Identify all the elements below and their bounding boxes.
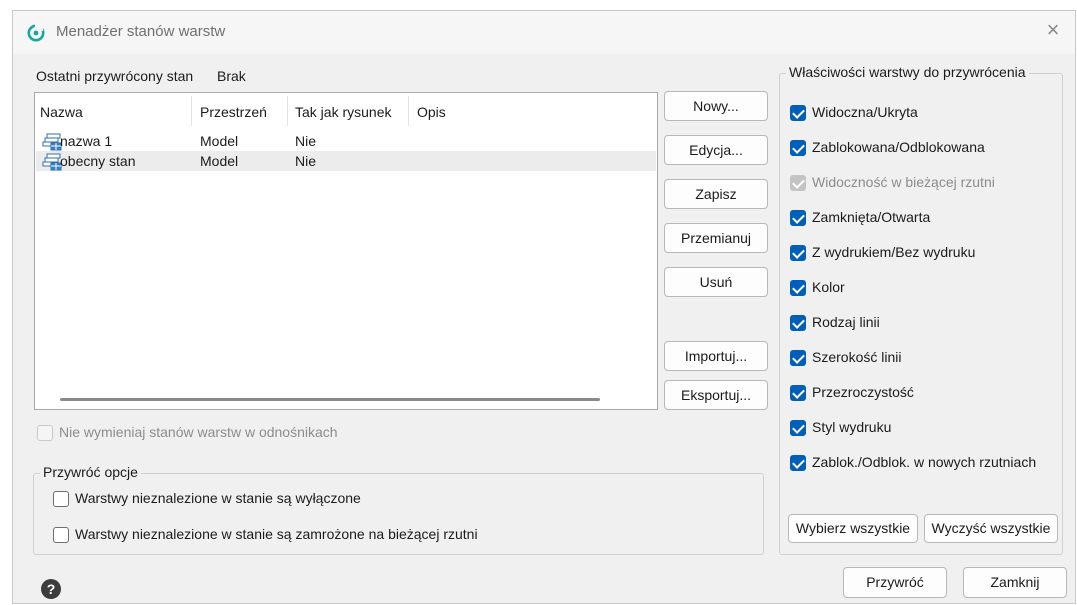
restore-option-off-label: Warstwy nieznalezione w stanie są wyłącz…	[75, 490, 361, 506]
export-button[interactable]: Eksportuj...	[664, 380, 768, 410]
window-title: Menadżer stanów warstw	[56, 23, 226, 40]
restore-options-title: Przywróć opcje	[40, 464, 141, 480]
no-xref-label: Nie wymieniaj stanów warstw w odnośnikac…	[59, 424, 338, 440]
prop-frozen-label: Zamknięta/Otwarta	[812, 209, 931, 225]
no-xref-checkbox[interactable]	[37, 425, 53, 441]
restore-option-off-checkbox[interactable]	[53, 491, 69, 507]
edit-button[interactable]: Edycja...	[664, 135, 768, 165]
prop-plot-style-label: Styl wydruku	[812, 419, 892, 435]
prop-new-vp-freeze-label: Zablok./Odblok. w nowych rzutniach	[812, 454, 1037, 470]
help-icon[interactable]: ?	[41, 579, 61, 599]
prop-visible-label: Widoczna/Ukryta	[812, 104, 918, 120]
prop-linetype-checkbox[interactable]	[790, 315, 806, 331]
column-divider[interactable]	[191, 96, 192, 126]
last-restored-label: Ostatni przywrócony stan	[36, 68, 194, 84]
prop-lineweight-checkbox[interactable]	[790, 350, 806, 366]
layer-state-icon	[42, 153, 62, 171]
restore-option-frozen-checkbox[interactable]	[53, 527, 69, 543]
new-button[interactable]: Nowy...	[664, 91, 768, 121]
select-all-button[interactable]: Wybierz wszystkie	[788, 514, 918, 543]
prop-frozen-checkbox[interactable]	[790, 210, 806, 226]
restore-option-frozen-label: Warstwy nieznalezione w stanie są zamroż…	[75, 526, 478, 542]
row-name: nazwa 1	[60, 133, 113, 149]
save-button[interactable]: Zapisz	[664, 179, 768, 209]
table-row-selected[interactable]: obecny stan Model Nie	[36, 151, 656, 171]
prop-plot-style-checkbox[interactable]	[790, 420, 806, 436]
prop-plot-label: Z wydrukiem/Bez wydruku	[812, 244, 976, 260]
row-as-drawing: Nie	[295, 133, 317, 149]
table-row[interactable]: nazwa 1 Model Nie	[36, 131, 656, 151]
column-header-as-drawing[interactable]: Tak jak rysunek	[290, 93, 408, 131]
prop-color-label: Kolor	[812, 279, 845, 295]
layer-state-icon	[42, 133, 62, 151]
prop-visible-checkbox[interactable]	[790, 105, 806, 121]
prop-linetype-label: Rodzaj linii	[812, 314, 880, 330]
close-button[interactable]: Zamknij	[963, 567, 1067, 598]
prop-locked-checkbox[interactable]	[790, 140, 806, 156]
column-header-space[interactable]: Przestrzeń	[195, 93, 287, 131]
row-as-drawing: Nie	[295, 153, 317, 169]
horizontal-scrollbar[interactable]	[60, 398, 600, 401]
prop-transparency-label: Przezroczystość	[812, 384, 914, 400]
prop-vp-visibility-label: Widoczność w bieżącej rzutni	[812, 174, 995, 190]
rename-button[interactable]: Przemianuj	[664, 223, 768, 253]
last-restored-value: Brak	[217, 68, 246, 84]
clear-all-button[interactable]: Wyczyść wszystkie	[924, 514, 1058, 543]
app-logo-icon	[27, 24, 45, 42]
close-icon[interactable]: ×	[1041, 19, 1065, 43]
column-divider[interactable]	[408, 96, 409, 126]
row-space: Model	[200, 153, 239, 169]
row-name: obecny stan	[60, 153, 136, 169]
prop-color-checkbox[interactable]	[790, 280, 806, 296]
prop-lineweight-label: Szerokość linii	[812, 349, 902, 365]
prop-new-vp-freeze-checkbox[interactable]	[790, 455, 806, 471]
row-space: Model	[200, 133, 239, 149]
delete-button[interactable]: Usuń	[664, 267, 768, 297]
restore-button[interactable]: Przywróć	[843, 567, 947, 598]
restore-options-group: Przywróć opcje	[33, 464, 764, 555]
layer-states-list[interactable]: Nazwa Przestrzeń Tak jak rysunek Opis na…	[34, 92, 658, 410]
layer-states-manager-dialog: Menadżer stanów warstw × Ostatni przywró…	[12, 10, 1076, 604]
properties-title: Właściwości warstwy do przywrócenia	[786, 64, 1029, 80]
prop-vp-visibility-checkbox[interactable]	[790, 175, 806, 191]
prop-transparency-checkbox[interactable]	[790, 385, 806, 401]
title-bar[interactable]: Menadżer stanów warstw ×	[13, 11, 1075, 54]
column-divider[interactable]	[287, 96, 288, 126]
column-header-description[interactable]: Opis	[412, 93, 652, 131]
prop-plot-checkbox[interactable]	[790, 245, 806, 261]
import-button[interactable]: Importuj...	[664, 341, 768, 371]
column-header-name[interactable]: Nazwa	[35, 93, 191, 131]
prop-locked-label: Zablokowana/Odblokowana	[812, 139, 985, 155]
